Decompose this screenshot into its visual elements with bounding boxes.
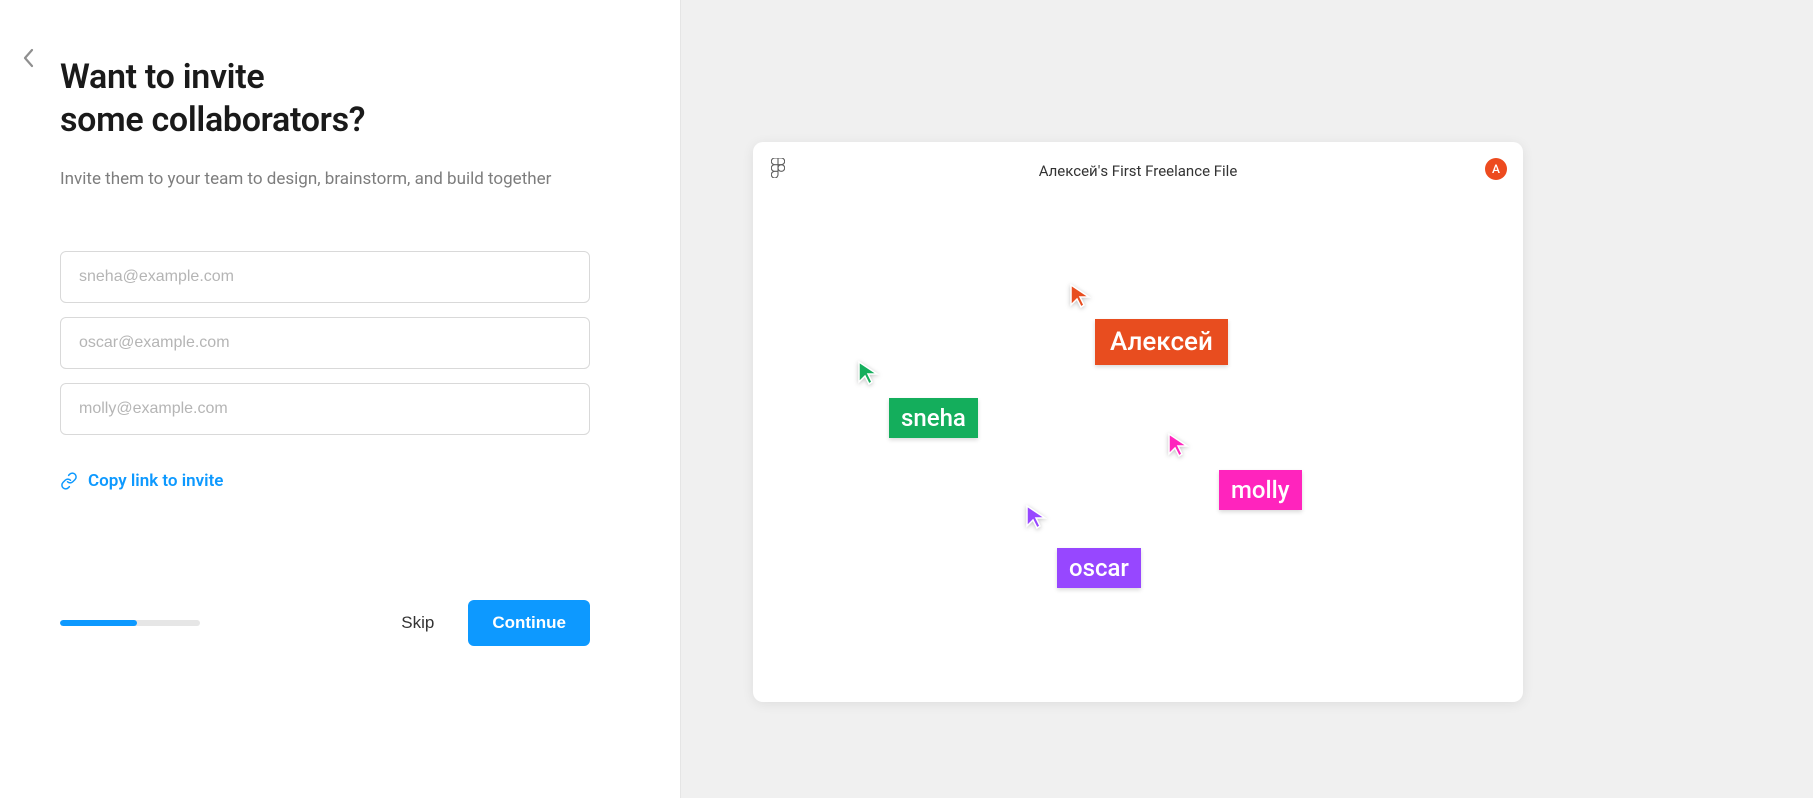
canvas-title: Алексей's First Freelance File — [753, 162, 1523, 180]
chevron-left-icon — [22, 48, 34, 68]
page-subtitle: Invite them to your team to design, brai… — [60, 169, 590, 189]
avatar: А — [1485, 158, 1507, 180]
copy-link-button[interactable]: Copy link to invite — [60, 471, 223, 491]
canvas-card: Алексей's First Freelance File А Алексей… — [753, 142, 1523, 702]
link-icon — [60, 472, 78, 490]
cursor-label-molly: molly — [1219, 470, 1302, 510]
cursor-label-main: Алексей — [1095, 319, 1228, 365]
cursor-icon — [1069, 283, 1091, 309]
footer-actions: Skip Continue — [387, 600, 590, 646]
left-pane: Want to invite some collaborators? Invit… — [0, 0, 681, 798]
cursor-icon — [857, 360, 879, 386]
right-pane: Алексей's First Freelance File А Алексей… — [681, 0, 1813, 798]
canvas-body: Алексей sneha molly — [753, 190, 1523, 702]
email-input-1[interactable] — [60, 251, 590, 303]
continue-button[interactable]: Continue — [468, 600, 590, 646]
page-title: Want to invite some collaborators? — [60, 56, 590, 141]
title-line-2: some collaborators? — [60, 100, 365, 140]
skip-button[interactable]: Skip — [387, 603, 448, 643]
email-input-3[interactable] — [60, 383, 590, 435]
canvas-header: Алексей's First Freelance File А — [753, 142, 1523, 190]
copy-link-label: Copy link to invite — [88, 471, 223, 491]
cursor-icon — [1025, 504, 1047, 530]
progress-bar — [60, 620, 200, 626]
cursor-label-oscar: oscar — [1057, 548, 1141, 588]
title-line-1: Want to invite — [60, 57, 264, 97]
email-input-2[interactable] — [60, 317, 590, 369]
cursor-label-sneha: sneha — [889, 398, 978, 438]
footer: Skip Continue — [60, 600, 590, 646]
invite-content: Want to invite some collaborators? Invit… — [60, 56, 590, 494]
email-inputs — [60, 251, 590, 435]
cursor-icon — [1167, 432, 1189, 458]
back-button[interactable] — [14, 44, 42, 72]
progress-fill — [60, 620, 137, 626]
